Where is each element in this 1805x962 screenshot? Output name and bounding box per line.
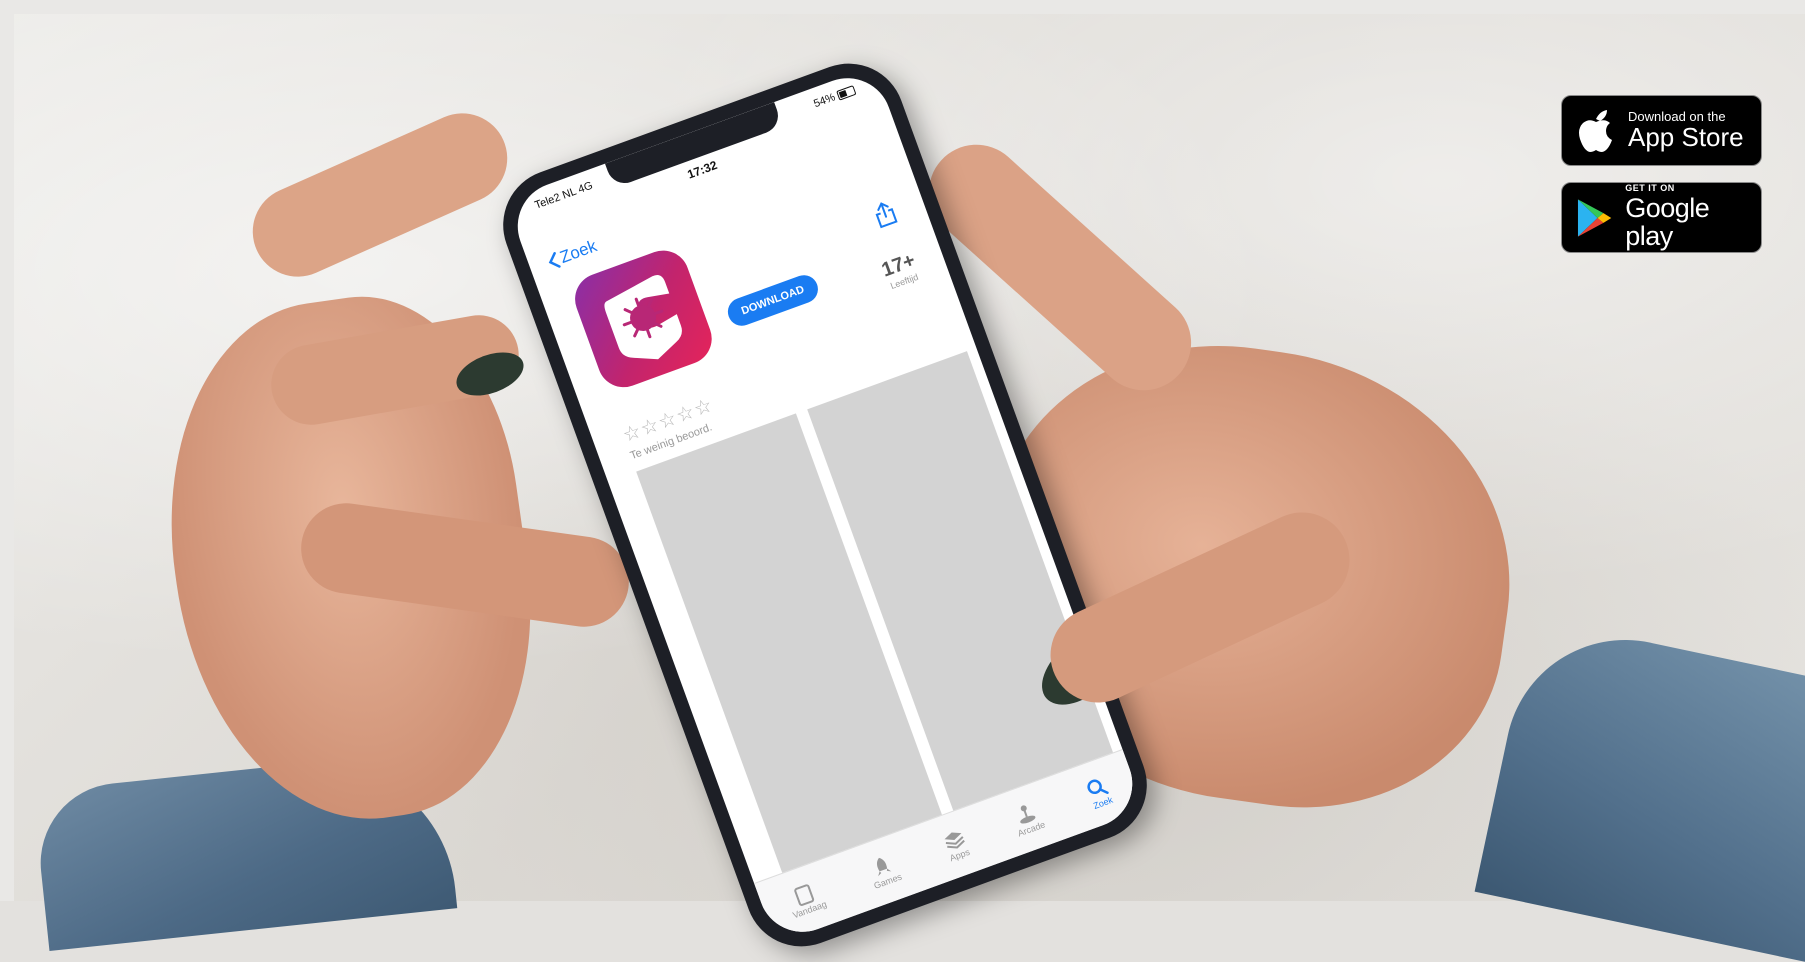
left-border <box>0 0 14 901</box>
back-button[interactable]: Zoek <box>544 236 600 273</box>
tab-games[interactable]: Games <box>865 851 903 891</box>
carrier-label: Tele2 NL 4G <box>533 179 595 212</box>
app-store-big-text: App Store <box>1628 121 1744 152</box>
tab-arcade[interactable]: Arcade <box>1009 799 1047 839</box>
back-label: Zoek <box>557 236 600 267</box>
battery-label: 54% <box>812 84 857 110</box>
apple-logo-icon <box>1579 109 1612 152</box>
tab-apps[interactable]: Apps <box>940 826 972 864</box>
tab-search[interactable]: Zoek <box>1084 774 1116 812</box>
top-border <box>0 0 1805 14</box>
share-button[interactable] <box>871 198 900 234</box>
app-store-text: Download on the App Store <box>1628 110 1744 151</box>
battery-icon <box>836 85 857 101</box>
google-play-badge[interactable]: GET IT ON Google play <box>1561 182 1762 253</box>
virus-shield-icon <box>604 274 682 360</box>
app-store-badge[interactable]: Download on the App Store <box>1561 95 1762 166</box>
clock-label: 17:32 <box>685 157 720 182</box>
share-icon <box>875 202 898 229</box>
download-button[interactable]: DOWNLOAD <box>723 271 822 330</box>
google-play-logo-icon <box>1577 198 1612 237</box>
google-play-big-text: Google play <box>1625 192 1710 252</box>
tab-today[interactable]: Vandaag <box>784 878 828 920</box>
age-rating: 17+ Leeftijd <box>879 249 922 292</box>
battery-percent: 54% <box>812 91 838 111</box>
app-icon <box>567 243 720 395</box>
google-play-text: GET IT ON Google play <box>1625 183 1761 252</box>
